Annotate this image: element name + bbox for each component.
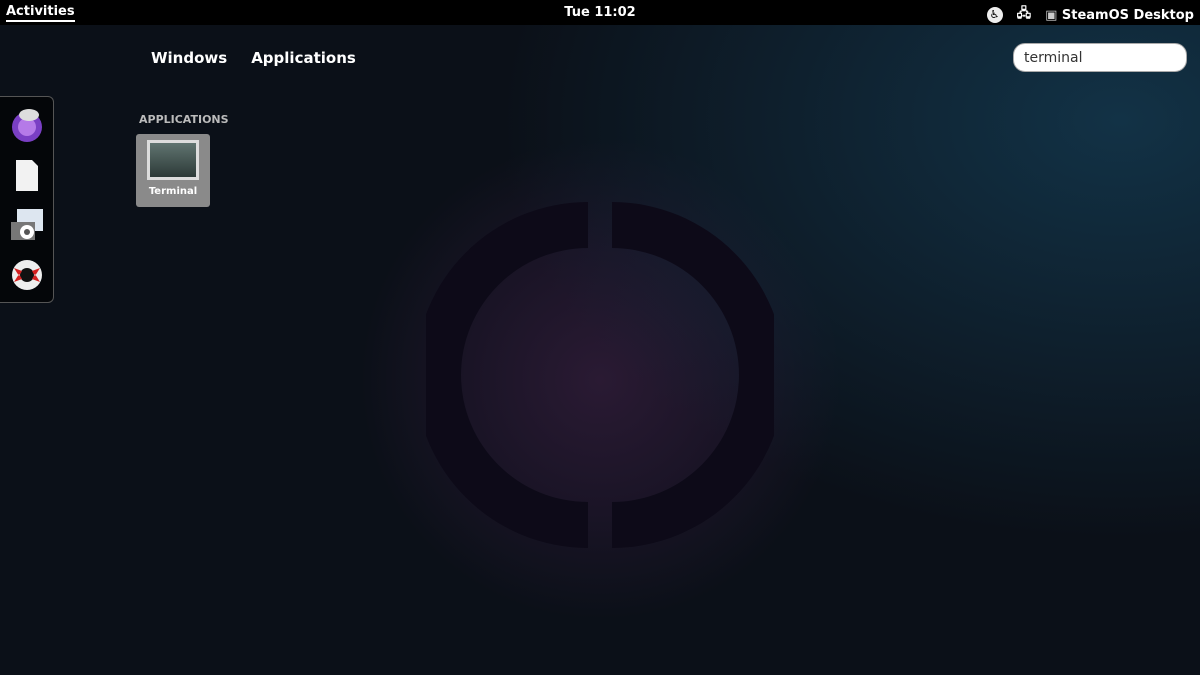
web-browser-icon[interactable]	[9, 106, 45, 144]
chat-icon: ▣	[1045, 7, 1058, 23]
accessibility-icon[interactable]: ♿	[986, 7, 1003, 23]
user-name: SteamOS Desktop	[1061, 7, 1194, 23]
files-icon[interactable]	[9, 156, 45, 194]
steamos-logo	[426, 202, 774, 548]
dash	[0, 96, 54, 303]
top-bar: Activities Tue 11:02 ♿ 🖧 ▣ SteamOS Deskt…	[0, 0, 1200, 25]
terminal-icon	[147, 140, 199, 180]
results-header: APPLICATIONS	[139, 113, 229, 126]
app-result-terminal[interactable]: Terminal	[136, 134, 210, 207]
tab-applications[interactable]: Applications	[251, 49, 356, 67]
app-label: Terminal	[148, 186, 198, 197]
network-icon[interactable]: 🖧	[1017, 4, 1032, 26]
overview-tabs: Windows Applications	[151, 49, 356, 67]
help-icon[interactable]	[9, 256, 45, 294]
system-tray: ♿ 🖧 ▣ SteamOS Desktop	[986, 4, 1194, 26]
screenshot-icon[interactable]	[9, 206, 45, 244]
tab-windows[interactable]: Windows	[151, 49, 227, 67]
search-input[interactable]: terminal	[1013, 43, 1187, 72]
user-menu[interactable]: ▣ SteamOS Desktop	[1045, 8, 1194, 23]
